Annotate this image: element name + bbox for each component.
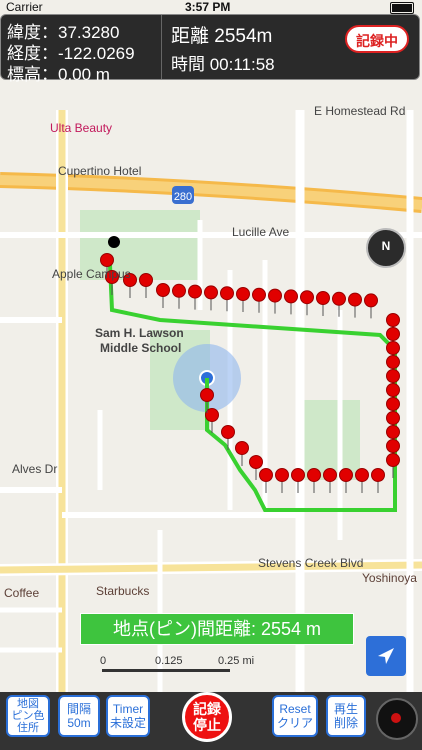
interval-button[interactable]: 間隔 50m xyxy=(58,695,100,737)
alves-label: Alves Dr xyxy=(12,462,58,476)
route-pin xyxy=(268,288,282,303)
elapsed-time: 時間 00:11:58 xyxy=(171,55,275,74)
route-pin xyxy=(139,273,153,287)
map-scale: 0 0.125 0.25 mi xyxy=(100,655,270,675)
map-canvas: 280 xyxy=(0,110,422,692)
reset-label-2: クリア xyxy=(276,716,313,730)
coffee-label: Coffee xyxy=(4,586,40,600)
route-pin xyxy=(259,468,273,482)
route-pin xyxy=(386,411,400,425)
scale-tick-0: 0 xyxy=(100,655,107,667)
route-pin xyxy=(386,439,400,453)
hw280-label: 280 xyxy=(174,191,192,203)
route-pin xyxy=(316,291,330,305)
interval-label-2: 50m xyxy=(67,716,91,730)
route-pin xyxy=(364,293,378,308)
map-pin-color-address-button[interactable]: 地図 ピン色 住所 xyxy=(6,695,50,737)
stevens-creek-label: Stevens Creek Blvd xyxy=(258,556,364,570)
scale-tick-2: 0.25 mi xyxy=(218,655,255,667)
homestead-label: E Homestead Rd xyxy=(314,104,406,118)
ulta-label: Ulta Beauty xyxy=(50,121,113,135)
carrier-label: Carrier xyxy=(6,0,43,14)
route-pin xyxy=(172,283,186,298)
route-pin xyxy=(339,468,353,482)
route-pin xyxy=(386,369,400,383)
recording-badge: 記録中 xyxy=(345,25,409,53)
route-pin xyxy=(200,388,214,402)
route-pin xyxy=(220,286,234,301)
location-info-panel: 緯度：37.3280 経度：-122.0269 標高：0.00 m 距離 255… xyxy=(0,14,420,84)
route-pin xyxy=(371,468,385,482)
scale-tick-1: 0.125 xyxy=(155,655,183,667)
record-stop-button[interactable]: 記録 停止 xyxy=(182,692,232,742)
compass-n-label: N xyxy=(381,239,391,253)
disc-icon[interactable] xyxy=(376,698,418,740)
hotel-label: Cupertino Hotel xyxy=(58,164,142,178)
route-pin xyxy=(235,441,249,455)
route-pin xyxy=(275,468,289,482)
route-pin xyxy=(348,292,362,307)
altitude-value: 標高：0.00 m xyxy=(7,65,110,84)
playback-label-2: 削除 xyxy=(333,716,358,730)
route-pin xyxy=(386,397,400,411)
pin-distance-banner: 地点(ピン)間距離: 2554 m xyxy=(80,613,354,645)
route-pin xyxy=(323,468,337,482)
route-pin xyxy=(236,287,250,301)
route-pin xyxy=(332,291,346,306)
playback-delete-button[interactable]: 再生 削除 xyxy=(326,695,366,737)
route-pin xyxy=(386,453,400,467)
route-pin xyxy=(386,355,400,369)
route-pin xyxy=(386,341,400,355)
compass-button[interactable]: N xyxy=(366,228,406,268)
lucille-label: Lucille Ave xyxy=(232,225,290,239)
route-pin xyxy=(284,289,298,304)
school-label-2: Middle School xyxy=(100,341,182,355)
distance-value: 距離 2554m xyxy=(171,26,273,47)
scale-bar xyxy=(102,669,230,672)
panel-divider xyxy=(161,15,162,79)
locate-button[interactable] xyxy=(366,636,406,676)
record-label-1: 記録 xyxy=(193,701,221,717)
route-pin xyxy=(386,383,400,397)
timer-label-2: 未設定 xyxy=(109,716,146,730)
map-view[interactable]: 280 Ulta Beauty Cupertino Hotel Lucille … xyxy=(0,104,422,692)
route-pin xyxy=(249,455,263,469)
route-pin xyxy=(221,425,235,439)
battery-icon xyxy=(390,2,414,14)
route-pin xyxy=(291,468,305,482)
playback-label-1: 再生 xyxy=(333,702,358,716)
yoshinoya-label: Yoshinoya xyxy=(362,571,417,585)
bottom-toolbar: 地図 ピン色 住所 間隔 50m Timer 未設定 記録 停止 Reset ク… xyxy=(0,692,422,750)
apple-campus-label: Apple Campus xyxy=(52,267,131,281)
reset-label-1: Reset xyxy=(279,702,311,716)
pin-color-label-1: 地図 xyxy=(17,698,39,710)
route-pin xyxy=(386,425,400,439)
record-label-2: 停止 xyxy=(193,717,221,733)
route-pin xyxy=(355,468,369,482)
reset-clear-button[interactable]: Reset クリア xyxy=(272,695,318,737)
interval-label-1: 間隔 xyxy=(66,702,91,716)
timer-label-1: Timer xyxy=(112,702,144,716)
route-pin xyxy=(386,327,400,341)
clock: 3:57 PM xyxy=(185,0,231,14)
pin-color-label-2: ピン色 xyxy=(11,710,45,722)
pin-color-label-3: 住所 xyxy=(17,722,39,734)
route-pin xyxy=(386,313,400,327)
route-pin xyxy=(252,287,266,302)
route-pin xyxy=(188,284,202,299)
location-arrow-icon xyxy=(378,648,394,664)
route-pin xyxy=(307,468,321,482)
starbucks-label: Starbucks xyxy=(96,584,150,598)
route-pin xyxy=(156,283,170,297)
route-pin xyxy=(300,290,314,305)
status-bar: Carrier 3:57 PM xyxy=(0,0,422,14)
route-pin xyxy=(204,285,218,300)
school-label-1: Sam H. Lawson xyxy=(95,326,184,340)
timer-button[interactable]: Timer 未設定 xyxy=(106,695,150,737)
route-pin xyxy=(100,253,114,267)
